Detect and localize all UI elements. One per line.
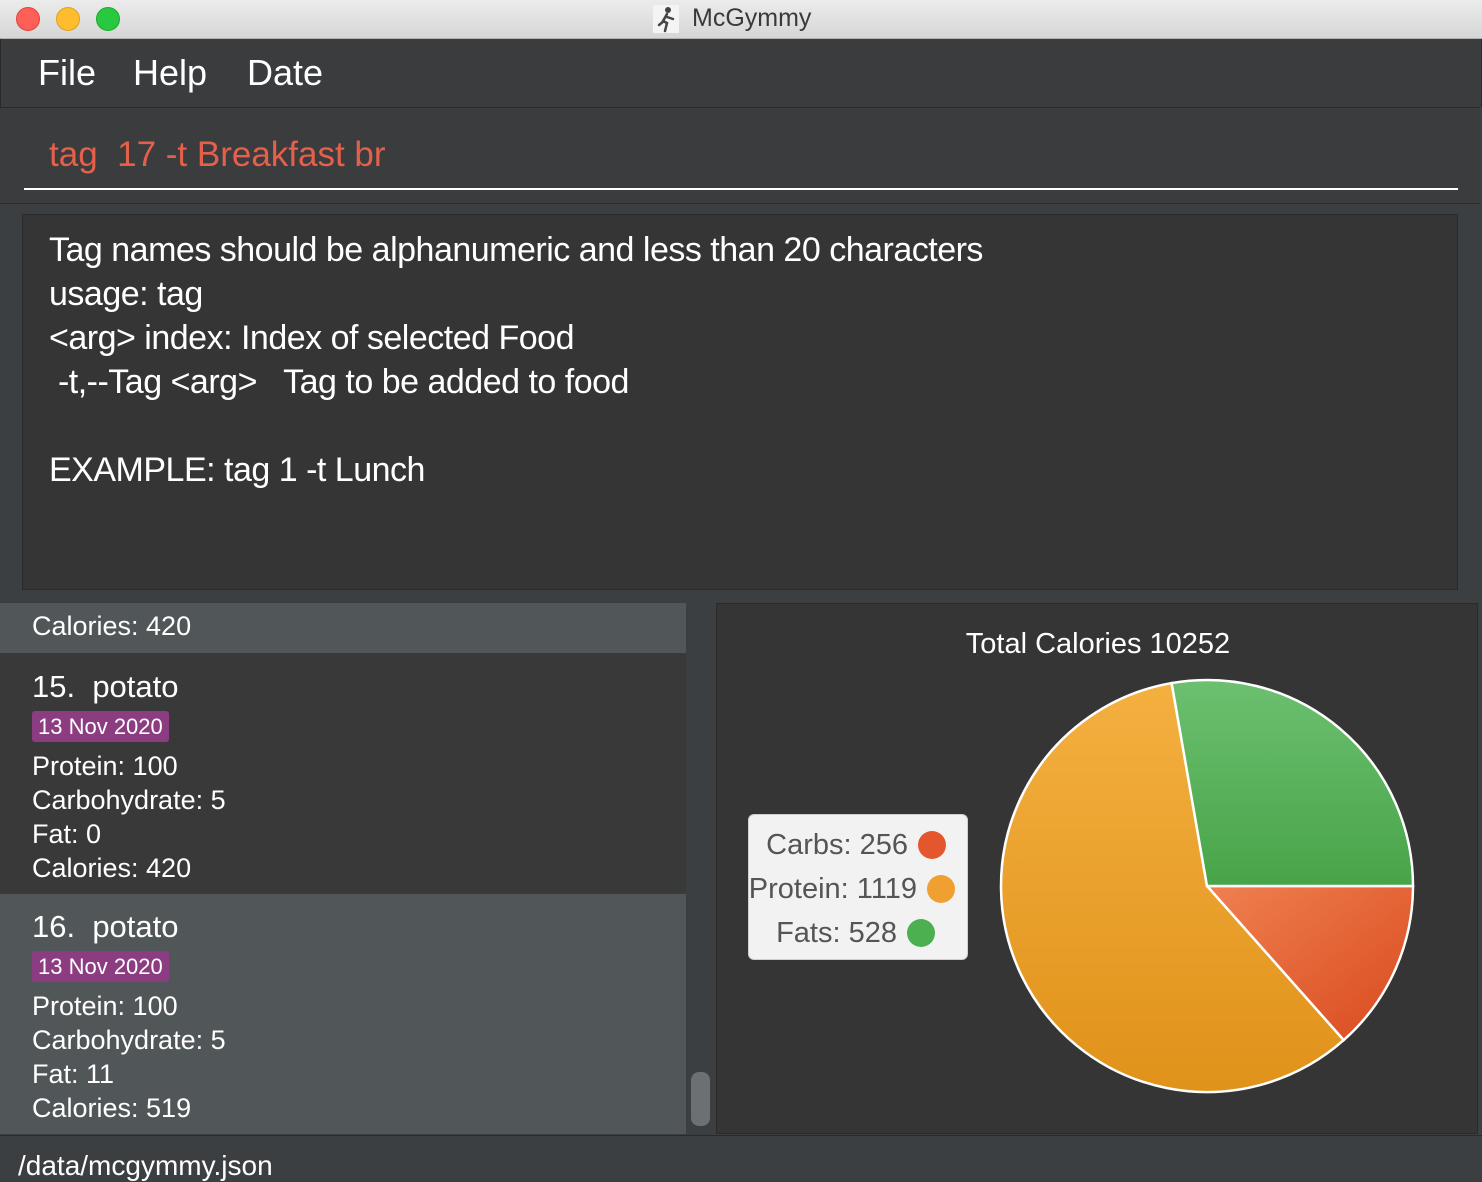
app-runner-icon [653, 5, 679, 33]
legend-label: Protein: 1119 [748, 872, 917, 905]
result-line: -t,--Tag <arg> Tag to be added to food [49, 363, 630, 401]
legend-label: Fats: 528 [776, 916, 897, 949]
food-list[interactable]: Calories: 420 15. potato 13 Nov 2020 Pro… [0, 603, 686, 1134]
food-protein: Protein: 100 [32, 991, 178, 1021]
command-box: tag 17 -t Breakfast br [0, 107, 1480, 203]
result-line: <arg> index: Index of selected Food [49, 319, 574, 357]
window-title: McGymmy [692, 4, 812, 32]
date-tag: 13 Nov 2020 [32, 711, 169, 742]
maximize-window-button[interactable] [96, 7, 120, 31]
food-calories: Calories: 519 [32, 1093, 192, 1123]
food-fat: Fat: 11 [32, 1059, 115, 1089]
calorie-chart-panel: Total Calories 10252 Carbs: 256 Protein:… [716, 603, 1478, 1134]
list-item[interactable]: 15. potato 13 Nov 2020 Protein: 100 Carb… [0, 654, 686, 892]
legend-item-carbs: Carbs: 256 [766, 825, 946, 865]
command-input-text: tag 17 -t Breakfast br [49, 135, 386, 174]
food-carbohydrate: Carbohydrate: 5 [32, 785, 226, 815]
food-calories: Calories: 420 [32, 853, 192, 883]
food-calories: Calories: 420 [32, 611, 192, 641]
food-title: 15. potato [32, 669, 179, 704]
menu-date[interactable]: Date [247, 52, 323, 94]
menu-file[interactable]: File [38, 52, 96, 94]
command-input[interactable]: tag 17 -t Breakfast br [24, 126, 1458, 190]
food-title: 16. potato [32, 909, 179, 944]
legend-item-protein: Protein: 1119 [749, 869, 955, 909]
chart-legend: Carbs: 256 Protein: 1119 Fats: 528 [748, 814, 968, 960]
protein-color-dot [927, 875, 955, 903]
status-bar: /data/mcgymmy.json [0, 1135, 1482, 1181]
menu-bar: File Help Date [0, 39, 1482, 107]
legend-label: Carbs: 256 [766, 828, 908, 861]
list-item[interactable]: 16. potato 13 Nov 2020 Protein: 100 Carb… [0, 894, 686, 1134]
minimize-window-button[interactable] [56, 7, 80, 31]
result-line: EXAMPLE: tag 1 -t Lunch [49, 451, 425, 489]
result-display[interactable]: Tag names should be alphanumeric and les… [22, 214, 1458, 590]
scrollbar-thumb[interactable] [691, 1072, 710, 1126]
food-carbohydrate: Carbohydrate: 5 [32, 1025, 226, 1055]
food-fat: Fat: 0 [32, 819, 102, 849]
carbs-color-dot [918, 831, 946, 859]
food-protein: Protein: 100 [32, 751, 178, 781]
window-titlebar: McGymmy [0, 0, 1482, 39]
menu-help[interactable]: Help [133, 52, 207, 94]
date-tag: 13 Nov 2020 [32, 951, 169, 982]
fats-color-dot [907, 919, 935, 947]
legend-item-fats: Fats: 528 [776, 913, 935, 953]
scrollbar-track[interactable] [686, 603, 716, 1134]
pie-slice-fats [1170, 678, 1415, 888]
result-line: Tag names should be alphanumeric and les… [49, 231, 983, 269]
storage-path: /data/mcgymmy.json [18, 1150, 273, 1181]
result-line: usage: tag [49, 275, 203, 313]
list-item[interactable]: Calories: 420 [0, 603, 686, 653]
close-window-button[interactable] [16, 7, 40, 31]
result-display-panel: Tag names should be alphanumeric and les… [0, 203, 1480, 602]
